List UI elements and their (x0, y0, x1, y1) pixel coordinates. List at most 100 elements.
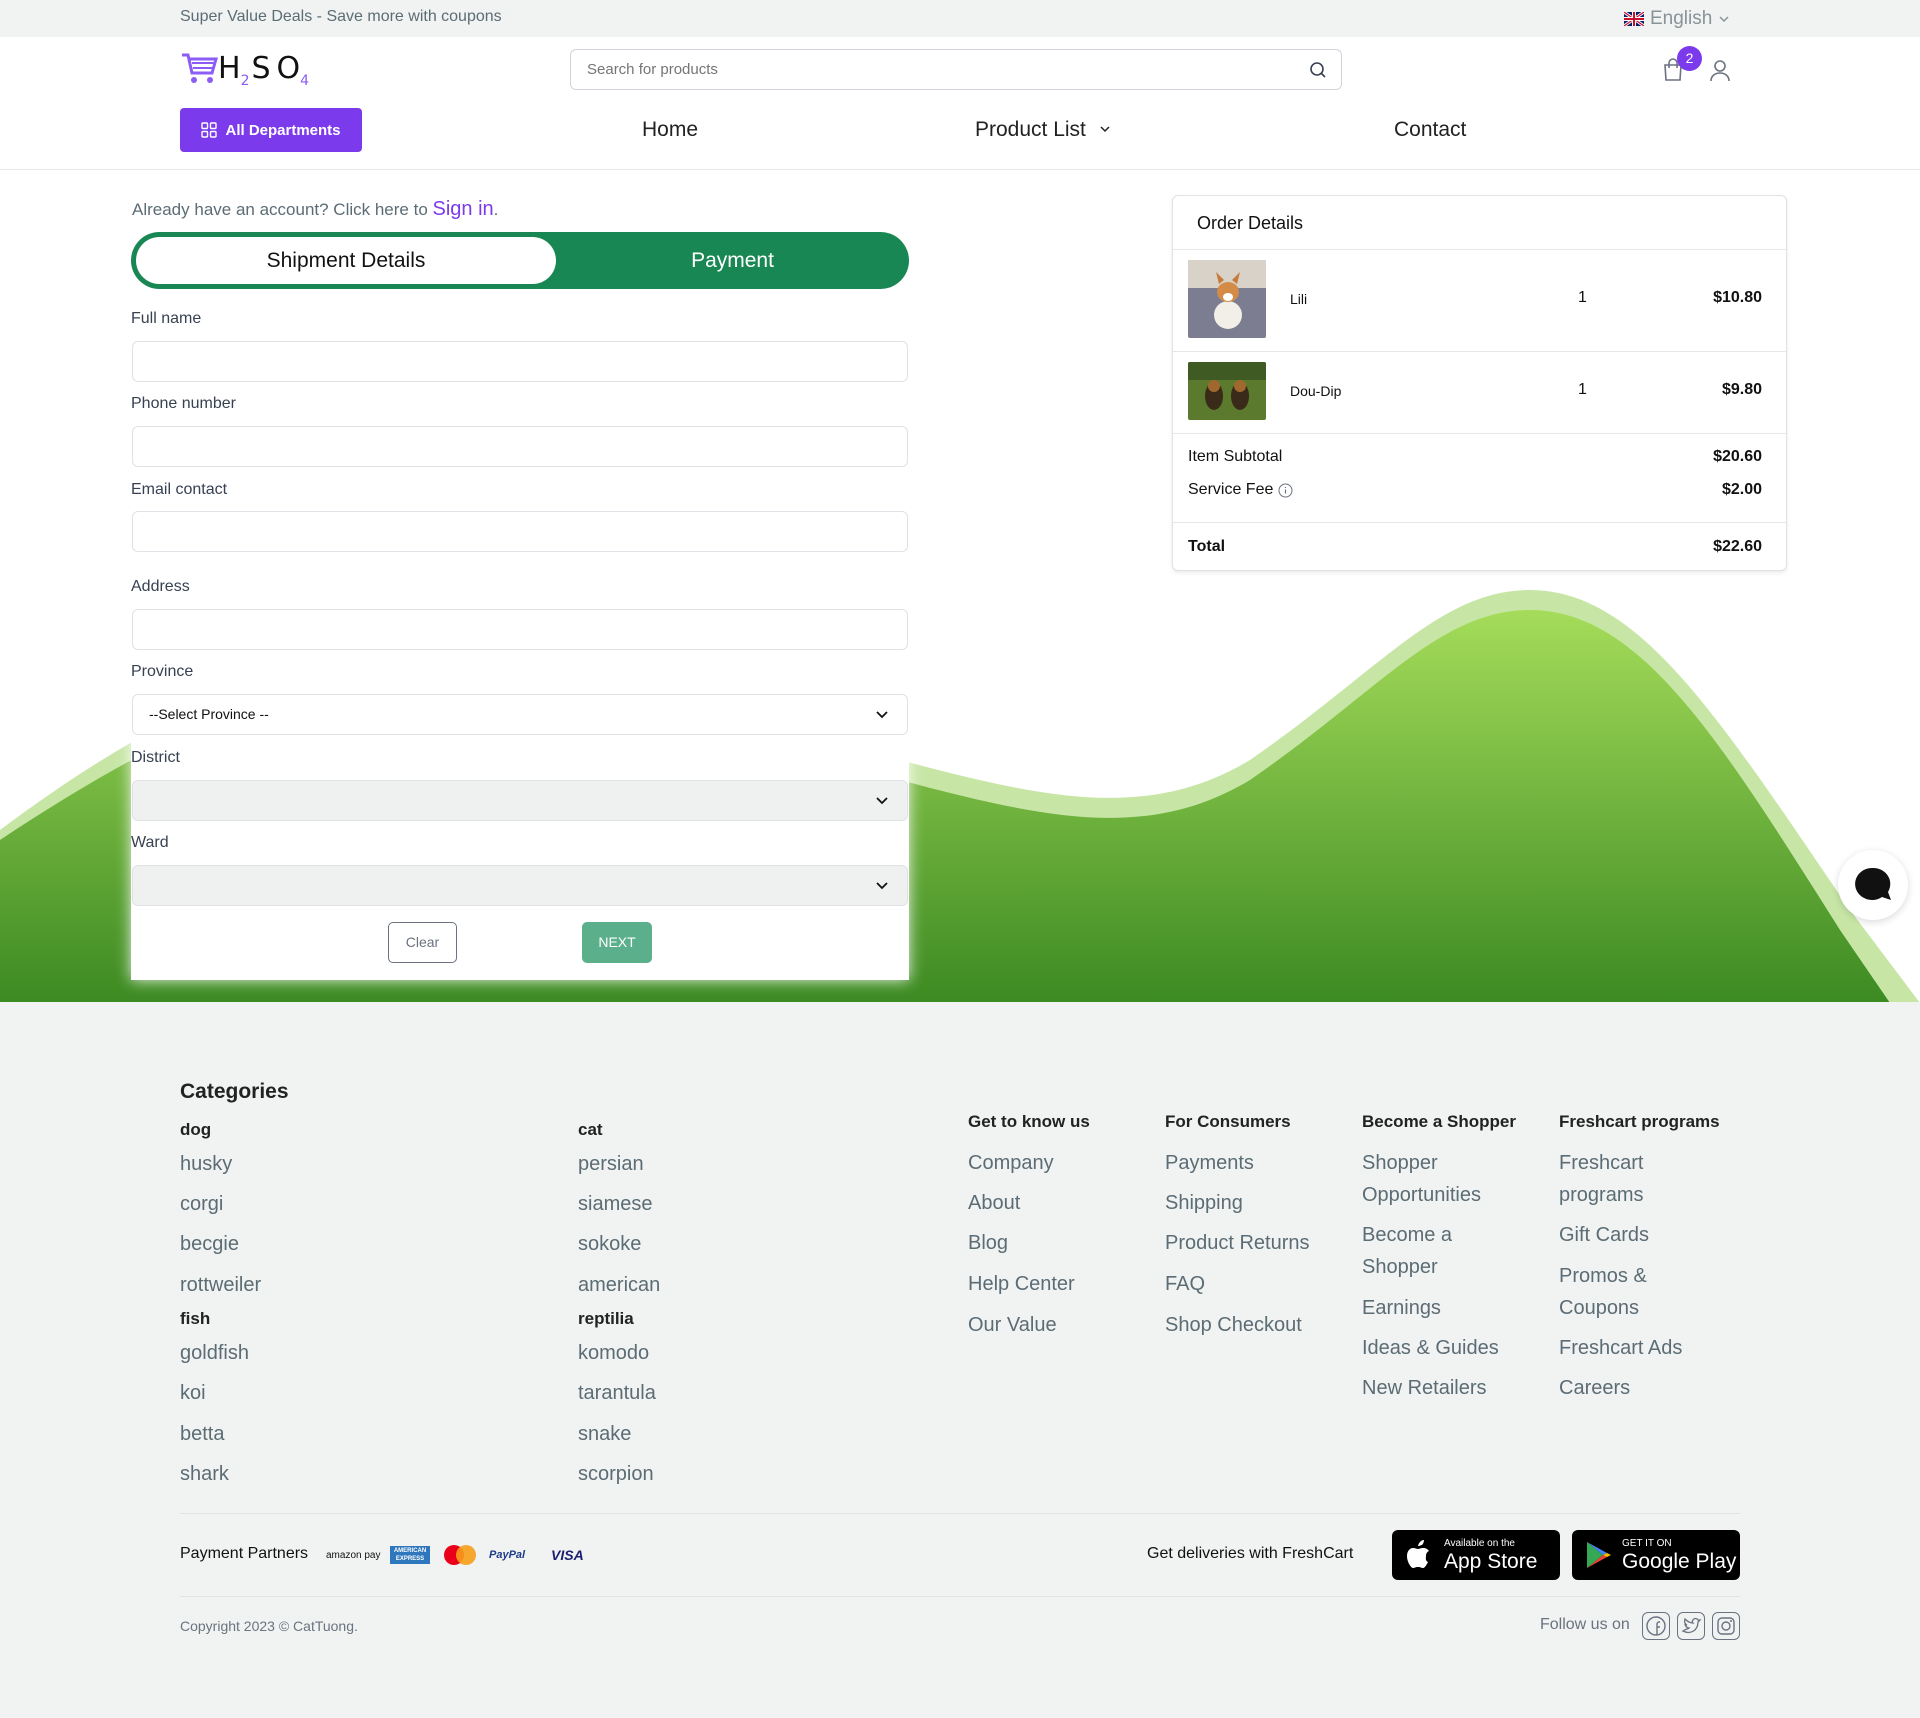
email-field[interactable] (132, 511, 908, 552)
footer-column-title: Freshcart programs (1559, 1112, 1720, 1131)
tab-payment[interactable]: Payment (556, 232, 909, 289)
item-qty: 1 (1578, 381, 1587, 398)
footer-link[interactable]: Ideas & Guides (1362, 1332, 1499, 1364)
google-play-badge[interactable]: GET IT ON Google Play (1572, 1530, 1740, 1580)
footer-link[interactable]: Become a Shopper (1362, 1219, 1482, 1283)
footer-link[interactable]: Blog (968, 1227, 1008, 1259)
category-link[interactable]: komodo (578, 1342, 649, 1365)
footer-column-title: Become a Shopper (1362, 1112, 1516, 1131)
nav-home[interactable]: Home (642, 118, 698, 142)
clear-button[interactable]: Clear (388, 922, 457, 963)
category-link[interactable]: shark (180, 1463, 229, 1486)
category-link[interactable]: husky (180, 1153, 232, 1176)
app-store-small: Available on the (1444, 1538, 1515, 1549)
search-icon[interactable] (1309, 61, 1327, 79)
footer-link[interactable]: FAQ (1165, 1268, 1205, 1300)
order-details-card: Order Details Lili 1 $10.80 Dou-Dip 1 $9… (1172, 195, 1787, 571)
full-name-label: Full name (131, 310, 202, 327)
category-link[interactable]: siamese (578, 1193, 652, 1216)
google-play-big: Google Play (1622, 1550, 1737, 1573)
info-icon[interactable] (1278, 483, 1293, 498)
nav-contact[interactable]: Contact (1394, 118, 1466, 142)
footer-link[interactable]: New Retailers (1362, 1372, 1486, 1404)
visa-logo: VISA (551, 1547, 584, 1563)
category-link[interactable]: tarantula (578, 1382, 656, 1405)
footer-link[interactable]: Promos & Coupons (1559, 1260, 1659, 1324)
full-name-field[interactable] (132, 341, 908, 382)
email-label: Email contact (131, 481, 228, 498)
nav-product-list[interactable]: Product List (975, 118, 1112, 142)
deal-text: Super Value Deals - Save more with coupo… (180, 8, 502, 25)
district-select[interactable] (132, 780, 908, 821)
footer-link[interactable]: Gift Cards (1559, 1219, 1649, 1251)
footer-link[interactable]: Freshcart programs (1559, 1147, 1669, 1211)
footer-link[interactable]: Shipping (1165, 1187, 1243, 1219)
category-link[interactable]: corgi (180, 1193, 223, 1216)
all-departments-button[interactable]: All Departments (180, 108, 362, 152)
cart-logo-icon (182, 53, 218, 83)
all-departments-label: All Departments (225, 121, 341, 139)
category-heading[interactable]: dog (180, 1120, 211, 1140)
payment-partners-label: Payment Partners (180, 1545, 309, 1562)
footer-link[interactable]: Help Center (968, 1268, 1075, 1300)
category-heading[interactable]: fish (180, 1309, 210, 1329)
language-selector[interactable]: English (1624, 8, 1730, 30)
footer-link[interactable]: Shopper Opportunities (1362, 1147, 1512, 1211)
category-link[interactable]: snake (578, 1423, 631, 1446)
search-input[interactable] (571, 50, 1271, 89)
category-link[interactable]: rottweiler (180, 1274, 261, 1297)
chevron-down-icon (876, 797, 888, 805)
facebook-icon[interactable] (1642, 1612, 1670, 1640)
footer-link[interactable]: Earnings (1362, 1292, 1441, 1324)
ward-label: Ward (131, 834, 169, 851)
footer-column-title: Get to know us (968, 1112, 1090, 1131)
footer-link[interactable]: Product Returns (1165, 1227, 1310, 1259)
logo-o: O (276, 51, 301, 86)
shipment-form: Full name Phone number Email contact Add… (131, 304, 909, 980)
item-name: Dou-Dip (1290, 383, 1342, 399)
subtotal-label: Item Subtotal (1188, 448, 1283, 465)
twitter-icon[interactable] (1677, 1612, 1705, 1640)
divider (1173, 249, 1786, 250)
footer-link[interactable]: Shop Checkout (1165, 1309, 1302, 1341)
user-icon[interactable] (1707, 57, 1733, 83)
category-link[interactable]: goldfish (180, 1342, 249, 1365)
service-fee-label: Service Fee (1188, 481, 1293, 499)
province-select[interactable]: --Select Province -- (132, 694, 908, 735)
address-field[interactable] (132, 609, 908, 650)
mastercard-logo (444, 1545, 476, 1565)
category-link[interactable]: sokoke (578, 1233, 641, 1256)
category-link[interactable]: betta (180, 1423, 224, 1446)
category-heading[interactable]: reptilia (578, 1309, 634, 1329)
chat-widget[interactable] (1838, 850, 1908, 920)
category-link[interactable]: becgie (180, 1233, 239, 1256)
categories-title: Categories (180, 1080, 289, 1103)
category-link[interactable]: koi (180, 1382, 206, 1405)
category-link[interactable]: scorpion (578, 1463, 654, 1486)
footer-link[interactable]: Freshcart Ads (1559, 1332, 1682, 1364)
language-label: English (1650, 8, 1713, 29)
province-value: --Select Province -- (149, 706, 269, 722)
instagram-icon[interactable] (1712, 1612, 1740, 1640)
app-store-badge[interactable]: Available on the App Store (1392, 1530, 1560, 1580)
service-fee-text: Service Fee (1188, 481, 1274, 498)
sign-in-link[interactable]: Sign in (433, 198, 494, 220)
footer-link[interactable]: Our Value (968, 1309, 1057, 1341)
footer-link[interactable]: Payments (1165, 1147, 1254, 1179)
logo[interactable]: H 2 S O 4 (180, 51, 311, 89)
get-deliveries-text: Get deliveries with FreshCart (1147, 1545, 1354, 1562)
next-button[interactable]: NEXT (582, 922, 652, 963)
tab-shipment-details[interactable]: Shipment Details (136, 237, 556, 284)
amex-logo: AMERICAN EXPRESS (390, 1546, 430, 1564)
apple-icon (1407, 1540, 1429, 1568)
category-link[interactable]: american (578, 1274, 660, 1297)
footer-link[interactable]: Careers (1559, 1372, 1630, 1404)
phone-field[interactable] (132, 426, 908, 467)
footer-link[interactable]: Company (968, 1147, 1054, 1179)
category-heading[interactable]: cat (578, 1120, 603, 1140)
category-link[interactable]: persian (578, 1153, 644, 1176)
ward-select[interactable] (132, 865, 908, 906)
divider (1173, 351, 1786, 352)
total-label: Total (1188, 538, 1226, 555)
footer-link[interactable]: About (968, 1187, 1020, 1219)
